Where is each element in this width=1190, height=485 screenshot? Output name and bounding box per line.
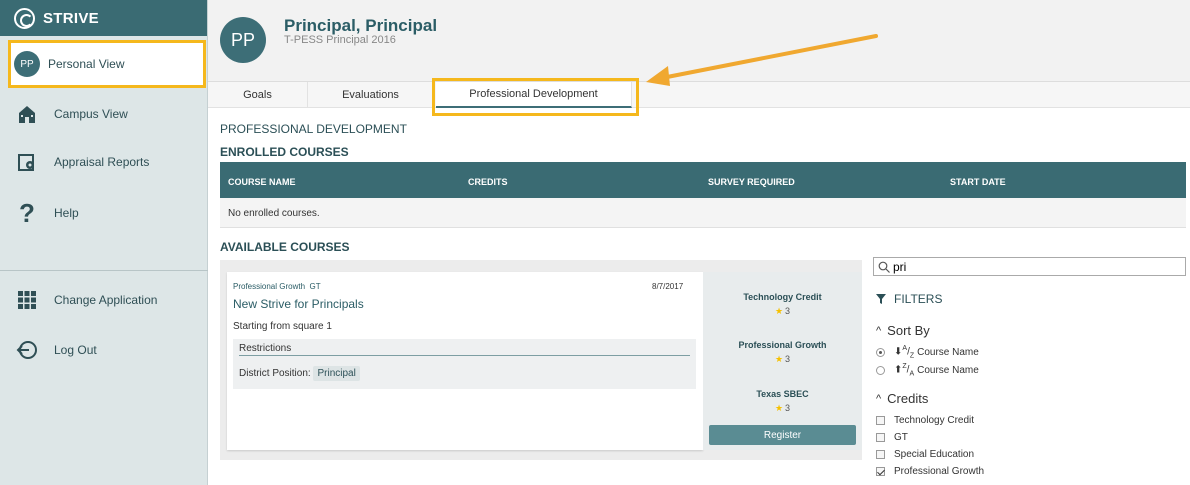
sidebar-item-label: Log Out <box>54 343 97 357</box>
filters-title: FILTERS <box>894 292 943 306</box>
sort-option-z-a[interactable]: ⬆Z/A Course Name <box>876 363 979 377</box>
sidebar-item-label: Campus View <box>54 107 128 121</box>
course-title-link[interactable]: New Strive for Principals <box>233 297 364 311</box>
course-date: 8/7/2017 <box>652 282 684 291</box>
credit-filter-option[interactable]: Special Education <box>876 449 974 460</box>
credit-filter-label: GT <box>894 432 908 443</box>
enrolled-courses-title: ENROLLED COURSES <box>220 145 349 159</box>
page-title: PROFESSIONAL DEVELOPMENT <box>220 122 407 136</box>
report-gear-icon <box>16 151 38 173</box>
course-description: Starting from square 1 <box>233 321 332 332</box>
enrolled-table-header: COURSE NAME CREDITS SURVEY REQUIRED STAR… <box>220 162 1186 198</box>
sidebar-item-help[interactable]: ? Help <box>0 197 208 229</box>
restrictions-divider <box>239 355 690 356</box>
checkbox[interactable] <box>876 433 885 442</box>
register-button[interactable]: Register <box>709 425 856 445</box>
credit-filter-option[interactable]: GT <box>876 432 908 443</box>
credit-filter-option[interactable]: Professional Growth <box>876 466 984 477</box>
user-subtitle: T-PESS Principal 2016 <box>284 34 396 46</box>
sidebar-item-label: Help <box>54 206 79 220</box>
category-label: Professional Growth <box>233 282 306 291</box>
star-icon: ★ <box>774 403 784 413</box>
column-header[interactable]: COURSE NAME <box>228 177 296 187</box>
checkbox[interactable] <box>876 467 885 476</box>
chevron-up-icon: ^ <box>876 324 882 337</box>
star-icon: ★ <box>774 306 784 316</box>
credit-name: Technology Credit <box>743 292 822 302</box>
sidebar-item-campus-view[interactable]: Campus View <box>0 98 208 130</box>
tab-highlight-box <box>432 78 639 116</box>
available-courses-title: AVAILABLE COURSES <box>220 240 350 254</box>
credit-value-number: 3 <box>785 306 791 316</box>
brand-name: STRIVE <box>43 9 99 27</box>
sidebar-item-change-application[interactable]: Change Application <box>0 284 208 316</box>
credit-filter-option[interactable]: Technology Credit <box>876 415 974 426</box>
credit-filter-label: Technology Credit <box>894 415 975 426</box>
course-category: Professional Growth GT <box>233 282 321 291</box>
restrictions-box <box>233 339 696 389</box>
sort-ascending-icon: ⬆Z/A <box>894 363 915 378</box>
app-window: STRIVE PP Personal View Campus View Appr… <box>0 0 1190 485</box>
tab-goals[interactable]: Goals <box>208 82 308 108</box>
credits-toggle[interactable]: ^ Credits <box>876 391 928 406</box>
credit-name: Professional Growth <box>738 340 827 350</box>
credit-value-number: 3 <box>785 354 791 364</box>
credit-filter-label: Professional Growth <box>894 466 985 477</box>
credit-value-number: 3 <box>785 403 791 413</box>
enrolled-empty-row: No enrolled courses. <box>220 198 1186 228</box>
grid-icon <box>16 289 38 311</box>
course-tag: GT <box>309 282 321 291</box>
sidebar: STRIVE PP Personal View Campus View Appr… <box>0 0 208 485</box>
sort-option-label: Course Name <box>917 346 979 358</box>
district-position-chip: Principal <box>313 366 360 381</box>
question-mark-icon: ? <box>19 197 35 228</box>
sort-option-a-z[interactable]: ⬇A/Z Course Name <box>876 345 979 359</box>
strive-logo-icon <box>14 7 35 29</box>
sort-by-title: Sort By <box>887 323 930 338</box>
district-position: District Position: Principal <box>239 366 360 381</box>
radio-button[interactable] <box>876 347 885 357</box>
credit-value: ★ 3 <box>703 403 862 414</box>
tab-evaluations[interactable]: Evaluations <box>308 82 434 108</box>
school-building-icon <box>16 103 38 125</box>
credit-value: ★ 3 <box>703 354 862 365</box>
sidebar-item-log-out[interactable]: Log Out <box>0 334 208 366</box>
district-position-label: District Position: <box>239 368 311 379</box>
chevron-up-icon: ^ <box>876 392 882 405</box>
search-input[interactable] <box>893 259 1173 274</box>
credit-filter-label: Special Education <box>894 449 975 460</box>
sidebar-item-label: Change Application <box>54 293 158 307</box>
star-icon: ★ <box>774 354 784 364</box>
column-header[interactable]: CREDITS <box>468 177 508 187</box>
sort-option-label: Course Name <box>917 364 979 376</box>
credits-filter-title: Credits <box>887 391 929 406</box>
column-header[interactable]: START DATE <box>950 177 1006 187</box>
credit-name: Texas SBEC <box>756 389 809 399</box>
course-search <box>873 257 1186 276</box>
annotation-arrow-icon <box>646 34 878 86</box>
radio-button[interactable] <box>876 365 885 375</box>
credit-value: ★ 3 <box>703 306 862 317</box>
sort-descending-icon: ⬇A/Z <box>894 345 915 360</box>
checkbox[interactable] <box>876 450 885 459</box>
search-icon <box>878 261 890 273</box>
sort-by-toggle[interactable]: ^ Sort By <box>876 323 930 338</box>
restrictions-label: Restrictions <box>239 343 292 354</box>
filters-header: FILTERS <box>876 292 942 306</box>
sidebar-item-personal-view[interactable]: PP Personal View <box>8 40 206 88</box>
checkbox[interactable] <box>876 416 885 425</box>
sidebar-item-appraisal-reports[interactable]: Appraisal Reports <box>0 146 208 178</box>
avatar: PP <box>220 17 266 63</box>
log-out-icon <box>16 339 38 361</box>
avatar: PP <box>14 51 40 77</box>
sidebar-divider <box>0 270 208 271</box>
user-name: Principal, Principal <box>284 16 438 35</box>
sidebar-item-label: Personal View <box>48 57 125 71</box>
sidebar-item-label: Appraisal Reports <box>54 155 150 169</box>
filter-funnel-icon <box>876 294 886 304</box>
column-header[interactable]: SURVEY REQUIRED <box>708 177 795 187</box>
brand-header: STRIVE <box>0 0 207 36</box>
